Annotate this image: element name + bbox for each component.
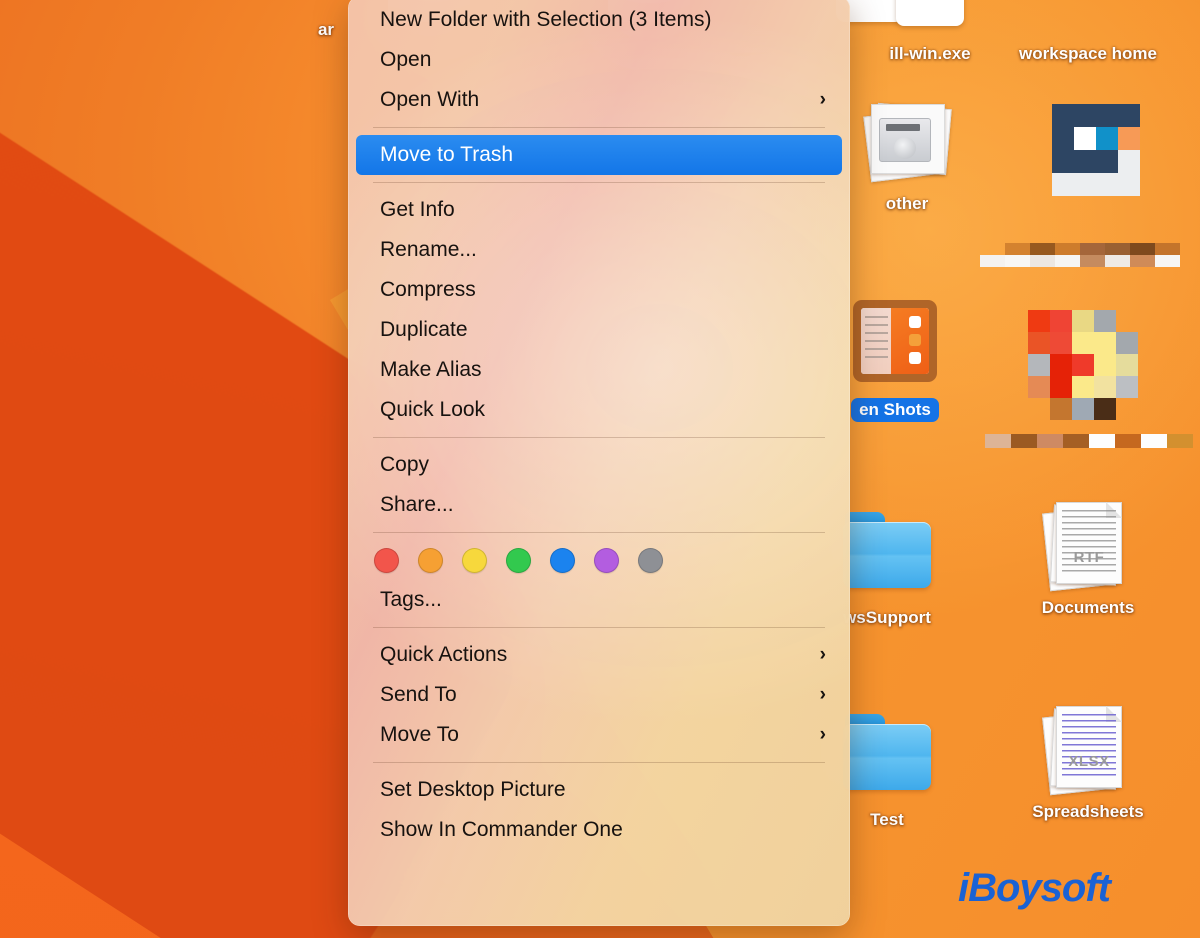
desktop-icon-label: wsSupport [843, 608, 931, 627]
tag-color-row[interactable] [348, 540, 850, 580]
tag-dot-green[interactable] [506, 547, 531, 573]
menu-item-label: Quick Actions [380, 643, 508, 666]
desktop-icon-label: ill-win.exe [889, 44, 971, 63]
menu-item-send-to[interactable]: Send To › [356, 675, 842, 715]
menu-item-get-info[interactable]: Get Info [356, 190, 842, 230]
chevron-right-icon: › [819, 684, 826, 705]
tag-dot-orange[interactable] [418, 547, 443, 573]
desktop-icon-documents[interactable]: RTF Documents [1013, 496, 1163, 618]
menu-separator [373, 532, 825, 533]
chevron-right-icon: › [819, 89, 826, 110]
desktop-icon-label: Spreadsheets [1032, 802, 1144, 821]
desktop-icon-spreadsheets[interactable]: XLSX Spreadsheets [1013, 700, 1163, 822]
rtf-document-stack-icon: RTF [1040, 496, 1136, 592]
menu-item-label: Duplicate [380, 318, 468, 341]
menu-separator [373, 182, 825, 183]
desktop-icon-label: other [885, 194, 929, 213]
menu-item-label: Move to Trash [380, 143, 514, 166]
menu-item-open[interactable]: Open [356, 40, 842, 80]
menu-item-tags[interactable]: Tags... [356, 580, 842, 620]
menu-item-label: Set Desktop Picture [380, 778, 566, 801]
menu-item-label: Quick Look [380, 398, 486, 421]
menu-item-label: New Folder with Selection (3 Items) [380, 8, 712, 31]
menu-item-make-alias[interactable]: Make Alias [356, 350, 842, 390]
desktop-icon-kill-win-exe[interactable]: ill-win.exe [855, 0, 1005, 64]
menu-item-move-to[interactable]: Move To › [356, 715, 842, 755]
xlsx-document-stack-icon: XLSX [1040, 700, 1136, 796]
menu-item-label: Make Alias [380, 358, 482, 381]
menu-item-set-desktop-picture[interactable]: Set Desktop Picture [356, 770, 842, 810]
menu-item-compress[interactable]: Compress [356, 270, 842, 310]
iboysoft-watermark: iBoysoft [958, 866, 1111, 910]
tag-dot-blue[interactable] [550, 547, 575, 573]
menu-item-show-in-commander-one[interactable]: Show In Commander One [356, 810, 842, 850]
chevron-right-icon: › [819, 724, 826, 745]
chevron-right-icon: › [819, 644, 826, 665]
menu-item-label: Copy [380, 453, 430, 476]
desktop-icon-label: Test [870, 810, 904, 829]
hard-drive-stack-icon [859, 92, 955, 188]
screenshot-preview-icon [847, 296, 943, 392]
menu-separator [373, 437, 825, 438]
menu-item-label: Move To [380, 723, 459, 746]
menu-item-label: Open With [380, 88, 480, 111]
menu-item-duplicate[interactable]: Duplicate [356, 310, 842, 350]
desktop-icon-workspace-home[interactable]: workspace home [1013, 0, 1163, 64]
menu-item-label: Rename... [380, 238, 477, 261]
menu-item-label: Show In Commander One [380, 818, 623, 841]
menu-separator [373, 627, 825, 628]
desktop-icon-label: ar [317, 20, 335, 39]
document-format-label: XLSX [1068, 753, 1110, 770]
menu-item-label: Get Info [380, 198, 455, 221]
folder-icon [839, 506, 935, 602]
tag-dot-purple[interactable] [594, 547, 619, 573]
menu-item-new-folder-with-selection[interactable]: New Folder with Selection (3 Items) [356, 0, 842, 40]
workspace-home-icon [1040, 0, 1136, 38]
menu-item-label: Tags... [380, 588, 442, 611]
menu-item-open-with[interactable]: Open With › [356, 80, 842, 120]
tag-dot-gray[interactable] [638, 547, 663, 573]
menu-item-share[interactable]: Share... [356, 485, 842, 525]
folder-icon [839, 708, 935, 804]
document-format-label: RTF [1073, 549, 1105, 566]
menu-separator [373, 127, 825, 128]
menu-item-rename[interactable]: Rename... [356, 230, 842, 270]
menu-item-label: Compress [380, 278, 476, 301]
menu-item-label: Send To [380, 683, 457, 706]
menu-item-quick-actions[interactable]: Quick Actions › [356, 635, 842, 675]
menu-item-copy[interactable]: Copy [356, 445, 842, 485]
context-menu[interactable]: New Folder with Selection (3 Items) Open… [348, 0, 850, 926]
desktop-icon-label: workspace home [1019, 44, 1157, 63]
menu-item-label: Share... [380, 493, 454, 516]
menu-item-quick-look[interactable]: Quick Look [356, 390, 842, 430]
menu-item-label: Open [380, 48, 432, 71]
menu-separator [373, 762, 825, 763]
desktop-icon-label-selected: en Shots [851, 398, 939, 422]
desktop-icon-other[interactable]: other [832, 92, 982, 214]
menu-item-move-to-trash[interactable]: Move to Trash [356, 135, 842, 175]
desktop-icon-label: Documents [1041, 598, 1135, 617]
tag-dot-red[interactable] [374, 547, 399, 573]
tag-dot-yellow[interactable] [462, 547, 487, 573]
exe-document-icon [882, 0, 978, 38]
